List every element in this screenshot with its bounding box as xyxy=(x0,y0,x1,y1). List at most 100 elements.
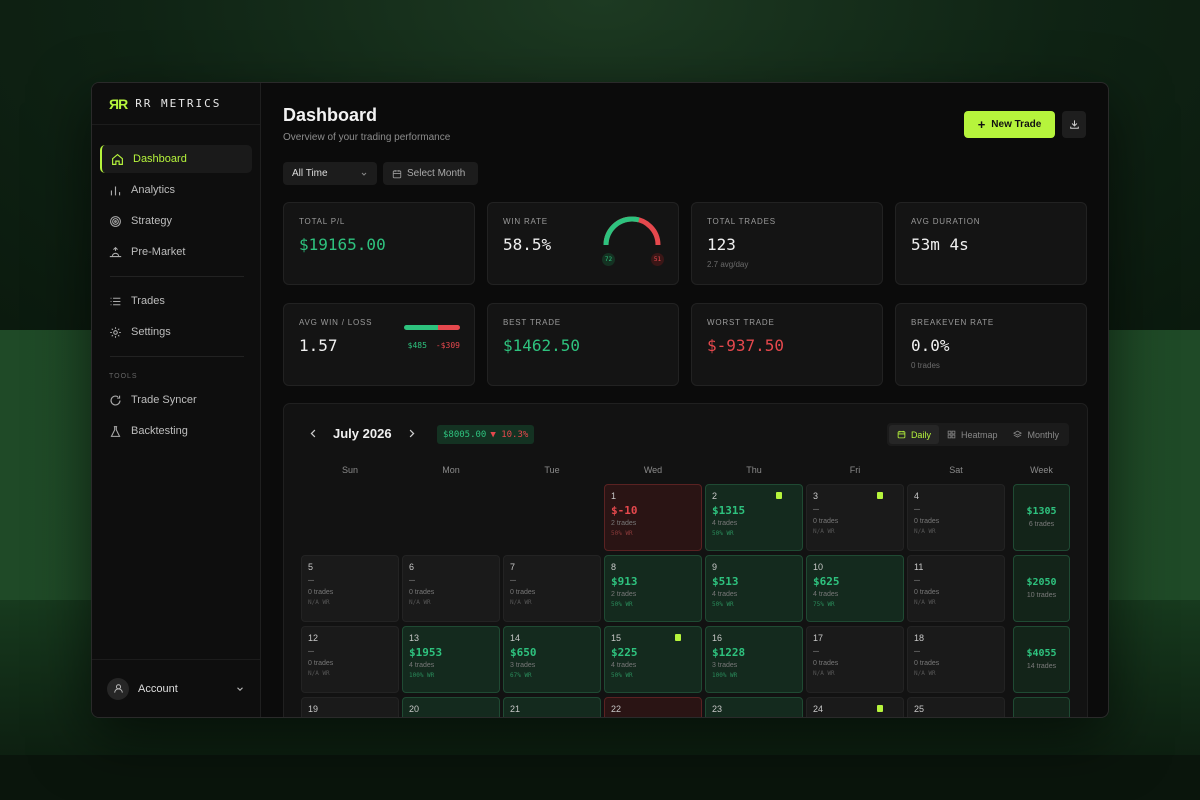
calendar-day-cell[interactable]: 4 — 0 trades N/A WR xyxy=(907,484,1005,551)
day-number: 1 xyxy=(611,491,617,501)
week-trade-count: 6 trades xyxy=(1028,521,1055,528)
calendar-day-cell[interactable]: 11 — 0 trades N/A WR xyxy=(907,555,1005,622)
account-menu[interactable]: Account xyxy=(92,659,260,717)
calendar-day-cell[interactable]: 14 $650 3 trades 67% WR xyxy=(503,626,601,693)
calendar-day-cell[interactable]: 6 — 0 trades N/A WR xyxy=(402,555,500,622)
sidebar-item-settings[interactable]: Settings xyxy=(100,318,252,346)
calendar-day-cell[interactable]: 10 $625 4 trades 75% WR xyxy=(806,555,904,622)
day-number: 12 xyxy=(308,633,319,643)
calendar-day-cell[interactable]: 18 — 0 trades N/A WR xyxy=(907,626,1005,693)
day-number: 17 xyxy=(813,633,824,643)
calendar-day-cell[interactable]: 13 $1953 4 trades 100% WR xyxy=(402,626,500,693)
note-icon[interactable] xyxy=(776,492,782,499)
sidebar-item-pre-market[interactable]: Pre-Market xyxy=(100,238,252,266)
calendar-day-cell[interactable]: 5 — 0 trades N/A WR xyxy=(301,555,399,622)
nav-divider xyxy=(110,356,244,357)
chevron-right-icon[interactable] xyxy=(406,428,417,439)
view-daily[interactable]: Daily xyxy=(888,425,939,444)
calendar-day-cell[interactable]: 3 — 0 trades N/A WR xyxy=(806,484,904,551)
day-number: 18 xyxy=(914,633,925,643)
calendar-day-cell[interactable]: 25 xyxy=(907,697,1005,717)
calendar-day-cell[interactable]: 2 $1315 4 trades 50% WR xyxy=(705,484,803,551)
day-win-rate: N/A WR xyxy=(409,599,431,606)
sidebar-item-backtesting[interactable]: Backtesting xyxy=(100,417,252,445)
day-trade-count: 0 trades xyxy=(308,589,334,596)
breakeven-trades: 0 trades xyxy=(911,361,940,370)
calendar-day-cell[interactable]: 20 xyxy=(402,697,500,717)
calendar-day-cell[interactable]: 12 — 0 trades N/A WR xyxy=(301,626,399,693)
sidebar-item-analytics[interactable]: Analytics xyxy=(100,176,252,204)
sidebar-item-label: Trades xyxy=(131,295,165,307)
bar-chart-icon xyxy=(110,185,121,195)
day-pl: $1315 xyxy=(712,504,746,517)
calendar-day-cell[interactable]: 23 xyxy=(705,697,803,717)
day-number: 4 xyxy=(914,491,920,501)
download-button[interactable] xyxy=(1062,111,1086,138)
calendar-day-cell[interactable]: 22 xyxy=(604,697,702,717)
card-label: TOTAL P/L xyxy=(299,217,346,226)
calendar-day-cell[interactable]: 21 xyxy=(503,697,601,717)
day-trade-count: 2 trades xyxy=(611,520,637,527)
sidebar-item-label: Dashboard xyxy=(133,153,187,165)
day-number: 10 xyxy=(813,562,824,572)
note-icon[interactable] xyxy=(675,634,681,641)
account-label: Account xyxy=(138,682,178,695)
card-label: TOTAL TRADES xyxy=(707,217,776,226)
week-summary: $4055 14 trades xyxy=(1013,626,1070,693)
calendar-day-cell[interactable]: 17 — 0 trades N/A WR xyxy=(806,626,904,693)
day-number: 23 xyxy=(712,704,723,714)
sidebar-item-trade-syncer[interactable]: Trade Syncer xyxy=(100,386,252,414)
calendar-day-cell[interactable]: 9 $513 4 trades 50% WR xyxy=(705,555,803,622)
calendar-day-cell[interactable]: 24 xyxy=(806,697,904,717)
note-icon[interactable] xyxy=(877,705,883,712)
day-of-week-header: Thu xyxy=(746,465,762,475)
day-trade-count: 4 trades xyxy=(813,591,839,598)
day-pl: — xyxy=(914,646,921,657)
week-summary xyxy=(1013,697,1070,717)
day-of-week-header: Sun xyxy=(341,465,358,475)
avg-duration-card: AVG DURATION 53m 4s xyxy=(895,202,1087,285)
day-number: 15 xyxy=(611,633,622,643)
total-pl-card: TOTAL P/L $19165.00 xyxy=(283,202,475,285)
sidebar-item-strategy[interactable]: Strategy xyxy=(100,207,252,235)
day-win-rate: N/A WR xyxy=(510,599,532,606)
list-icon xyxy=(110,297,121,305)
day-win-rate: 50% WR xyxy=(712,530,734,537)
note-icon[interactable] xyxy=(877,492,883,499)
day-win-rate: N/A WR xyxy=(813,670,835,677)
sidebar-item-dashboard[interactable]: Dashboard xyxy=(100,145,252,173)
win-loss-labels: $485 -$309 xyxy=(408,341,460,350)
day-trade-count: 0 trades xyxy=(308,660,334,667)
calendar-day-cell[interactable]: 7 — 0 trades N/A WR xyxy=(503,555,601,622)
view-monthly[interactable]: Monthly xyxy=(1005,425,1067,444)
target-icon xyxy=(110,215,121,227)
day-win-rate: 50% WR xyxy=(611,530,633,537)
sidebar-item-label: Analytics xyxy=(131,184,176,196)
calendar-day-cell[interactable]: 8 $913 2 trades 50% WR xyxy=(604,555,702,622)
calendar-icon xyxy=(897,430,906,439)
chevron-left-icon[interactable] xyxy=(308,428,319,439)
week-summary: $2050 10 trades xyxy=(1013,555,1070,622)
page-title: Dashboard xyxy=(283,105,378,125)
day-number: 14 xyxy=(510,633,521,643)
sidebar-item-label: Backtesting xyxy=(131,425,188,437)
view-heatmap[interactable]: Heatmap xyxy=(939,425,1006,444)
day-number: 16 xyxy=(712,633,723,643)
day-trade-count: 3 trades xyxy=(712,662,738,669)
calendar-day-cell[interactable]: 16 $1228 3 trades 100% WR xyxy=(705,626,803,693)
breakeven-value: 0.0% xyxy=(911,336,950,355)
day-number: 25 xyxy=(914,704,925,714)
time-range-select[interactable]: All Time xyxy=(283,162,377,185)
new-trade-button[interactable]: + New Trade xyxy=(964,111,1055,138)
calendar-day-cell[interactable]: 15 $225 4 trades 50% WR xyxy=(604,626,702,693)
day-win-rate: N/A WR xyxy=(914,599,936,606)
worst-trade-card: WORST TRADE $-937.50 xyxy=(691,303,883,386)
sidebar-item-trades[interactable]: Trades xyxy=(100,287,252,315)
day-win-rate: 50% WR xyxy=(611,672,633,679)
day-trade-count: 2 trades xyxy=(611,591,637,598)
calendar-day-cell[interactable]: 19 xyxy=(301,697,399,717)
select-month-button[interactable]: Select Month xyxy=(383,162,478,185)
view-switcher: Daily Heatmap Monthly xyxy=(886,423,1069,446)
calendar-day-cell[interactable]: 1 $-10 2 trades 50% WR xyxy=(604,484,702,551)
trading-calendar: July 2026 $8005.00 ▼ 10.3% Daily Heatmap xyxy=(283,403,1088,717)
